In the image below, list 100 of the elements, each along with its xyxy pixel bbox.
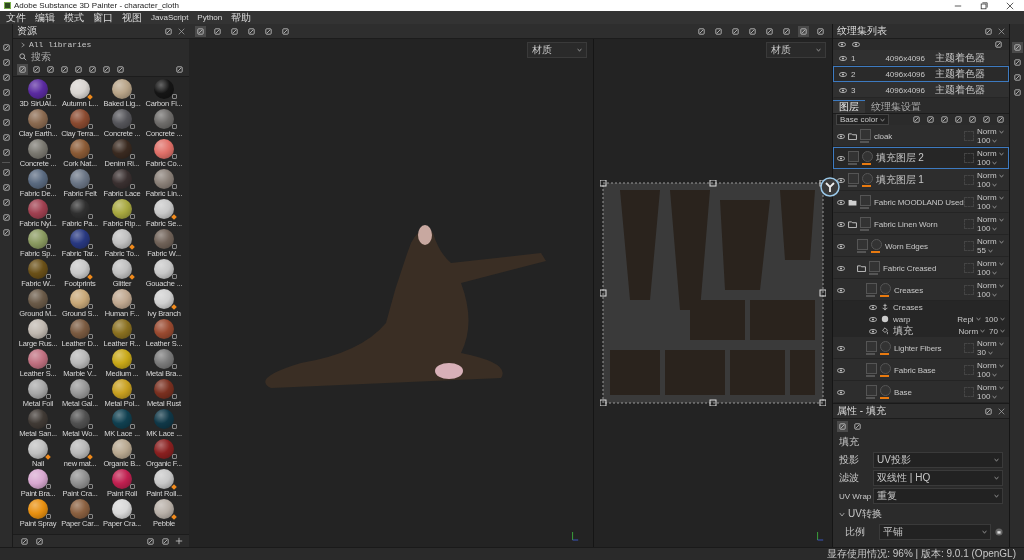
layer-name: Worn Edges: [885, 241, 928, 251]
eye-icon[interactable]: [869, 304, 877, 310]
close-icon[interactable]: [998, 27, 1005, 35]
texture-set-size: 4096x4096: [884, 69, 925, 79]
blend-mode-dropdown[interactable]: Norm: [977, 193, 1005, 202]
opacity-dropdown[interactable]: 55: [977, 246, 1005, 255]
eye-icon[interactable]: [869, 328, 877, 334]
opacity-dropdown[interactable]: 100: [977, 268, 1005, 277]
section-title: 填充: [838, 435, 860, 449]
menu-item[interactable]: Python: [197, 13, 223, 22]
eye-icon[interactable]: [852, 42, 860, 47]
layer-name: Creases: [894, 285, 924, 295]
panel-title: 资源: [17, 24, 37, 38]
blend-mode-dropdown[interactable]: Norm: [958, 326, 986, 336]
eye-icon[interactable]: [837, 221, 845, 227]
blend-mode-dropdown[interactable]: Norm: [977, 215, 1005, 224]
blend-mode-dropdown[interactable]: Norm: [977, 383, 1005, 392]
eye-icon[interactable]: [837, 199, 845, 205]
chevron-right-icon[interactable]: [21, 41, 25, 48]
eye-icon[interactable]: [839, 71, 847, 77]
menu-item[interactable]: 模式: [64, 10, 84, 25]
menu-item[interactable]: 编辑: [35, 10, 55, 25]
opacity-dropdown[interactable]: 100: [977, 392, 1005, 401]
chevron-down-icon: [994, 458, 999, 462]
blend-mode-dropdown[interactable]: Norm: [977, 171, 1005, 180]
menu-item[interactable]: 帮助: [231, 10, 252, 25]
mask-thumbnail: [880, 363, 891, 374]
texture-set-index: 2: [851, 69, 857, 79]
blend-mode-dropdown[interactable]: Norm: [977, 149, 1005, 158]
viewport-mode-dropdown[interactable]: 材质: [766, 42, 826, 58]
panel-tab[interactable]: 纹理集设置: [865, 100, 927, 113]
eye-icon[interactable]: [839, 87, 847, 93]
menu-item[interactable]: JavaScript: [151, 13, 189, 22]
blend-mode-dropdown[interactable]: Norm: [977, 361, 1005, 370]
chevron-down-icon: [879, 117, 885, 122]
eye-icon[interactable]: [869, 316, 877, 322]
opacity-dropdown[interactable]: 100: [977, 180, 1005, 189]
blend-mode-dropdown[interactable]: Norm: [977, 339, 1005, 348]
blend-mode-dropdown[interactable]: Norm: [977, 237, 1005, 246]
mask-thumbnail: [880, 341, 891, 352]
add-icon[interactable]: [175, 537, 183, 545]
shader-name: 主题着色器: [935, 51, 985, 65]
layer-thumbnail: [866, 385, 877, 396]
eye-icon[interactable]: [837, 155, 845, 161]
restore-icon[interactable]: [980, 1, 988, 10]
eye-icon[interactable]: [837, 367, 845, 373]
opacity-dropdown[interactable]: 100: [977, 202, 1005, 211]
opacity-dropdown[interactable]: 30: [977, 348, 1005, 357]
eye-icon[interactable]: [837, 133, 845, 139]
close-icon[interactable]: [998, 407, 1005, 415]
close-icon[interactable]: [178, 27, 185, 35]
menu-item[interactable]: 文件: [6, 10, 26, 25]
eye-icon[interactable]: [837, 287, 845, 293]
eye-icon[interactable]: [837, 389, 845, 395]
opacity-dropdown[interactable]: 100: [977, 158, 1005, 167]
panel-tab[interactable]: 图层: [833, 100, 865, 113]
eye-icon[interactable]: [837, 265, 845, 271]
opacity-dropdown[interactable]: 70: [989, 326, 1005, 336]
menu-item[interactable]: 窗口: [93, 10, 113, 25]
library-breadcrumb[interactable]: All libraries: [29, 40, 92, 49]
opacity-dropdown[interactable]: 100: [977, 370, 1005, 379]
close-icon[interactable]: [1006, 1, 1014, 10]
floating-tool-button[interactable]: [820, 177, 840, 197]
property-dropdown[interactable]: 重复: [873, 488, 1003, 504]
texture-set-row[interactable]: 2 4096x4096 主题着色器: [833, 66, 1009, 82]
chevron-down-icon: [994, 476, 999, 480]
search-field[interactable]: 搜索: [31, 51, 131, 62]
layer-name: cloak: [874, 131, 893, 141]
eye-icon[interactable]: [837, 177, 845, 183]
blend-mode-dropdown[interactable]: Norm: [977, 127, 1005, 136]
eye-icon[interactable]: [838, 42, 846, 47]
opacity-dropdown[interactable]: 100: [977, 290, 1005, 299]
layer-name: 填充图层 1: [876, 173, 924, 187]
status-text: 显存使用情况: 96% | 版本: 9.0.1 (OpenGL): [827, 547, 1016, 560]
blend-mode-dropdown[interactable]: Norm: [977, 281, 1005, 290]
chevron-down-icon: [994, 494, 999, 498]
opacity-dropdown[interactable]: 100: [984, 314, 1005, 324]
texture-set-row[interactable]: 1 4096x4096 主题着色器: [833, 50, 1009, 66]
mask-thumbnail: [862, 173, 873, 184]
opacity-dropdown[interactable]: 100: [977, 224, 1005, 233]
chevron-down-icon[interactable]: [839, 511, 845, 517]
layer-thumbnail: [860, 217, 871, 228]
eye-icon[interactable]: [837, 243, 845, 249]
property-dropdown[interactable]: 平铺: [879, 524, 991, 540]
field-label: 比例: [845, 525, 866, 539]
blend-mode-dropdown[interactable]: Norm: [977, 259, 1005, 268]
blend-mode-dropdown[interactable]: Repl: [957, 314, 981, 324]
property-dropdown[interactable]: UV投影: [873, 452, 1003, 468]
eye-icon[interactable]: [837, 345, 845, 351]
layer-row[interactable]: 填充图层 2 Norm 100: [833, 147, 1009, 169]
property-dropdown[interactable]: 双线性 | HQ: [873, 470, 1003, 486]
mask-thumbnail: [880, 283, 891, 294]
viewport-mode-dropdown[interactable]: 材质: [527, 42, 588, 58]
layer-thumbnail: [860, 129, 871, 140]
window-title: Adobe Substance 3D Painter - character_cloth: [14, 1, 179, 10]
texture-set-row[interactable]: 3 4096x4096 主题着色器: [833, 82, 1009, 98]
eye-icon[interactable]: [839, 55, 847, 61]
menu-item[interactable]: 视图: [122, 10, 142, 25]
opacity-dropdown[interactable]: 100: [977, 136, 1005, 145]
texture-set-index: 1: [851, 53, 857, 63]
